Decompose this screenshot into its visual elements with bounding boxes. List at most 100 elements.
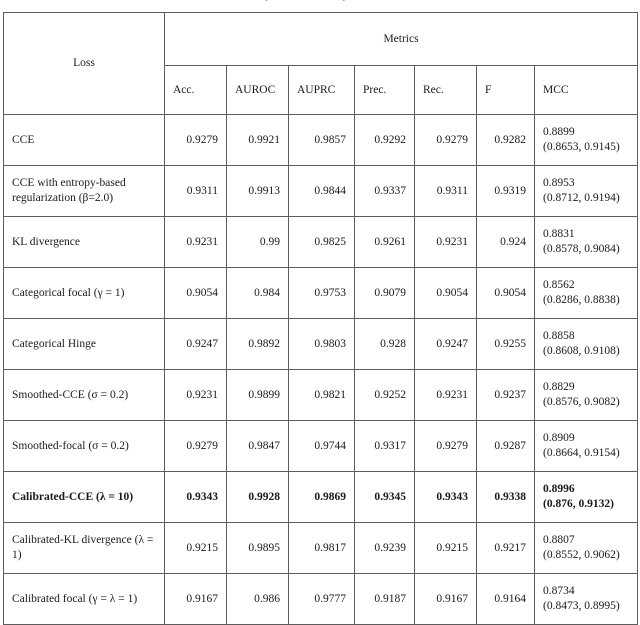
table-row: CCE with entropy-based regularization (β… <box>3 165 639 217</box>
table-row: Categorical Hinge 0.9247 0.9892 0.9803 0.928… <box>3 318 639 370</box>
cell-loss-name: Calibrated-CCE (λ = 10) <box>3 471 165 523</box>
cell-f: 0.9282 <box>476 114 535 166</box>
cell-loss-name: Calibrated-KL divergence (λ = 1) <box>3 522 165 574</box>
column-header-mcc: MCC <box>533 65 639 115</box>
cell-prec: 0.9337 <box>354 165 415 217</box>
loss-metrics-table: Loss Metrics Acc. AUROC AUPRC Prec. Rec.… <box>3 12 639 625</box>
cell-auprc: 0.9857 <box>288 114 355 166</box>
cell-rec: 0.9215 <box>414 522 477 574</box>
table-row: Calibrated-KL divergence (λ = 1) 0.9215 0.… <box>3 522 639 574</box>
cell-loss-name: Categorical focal (γ = 1) <box>3 267 165 319</box>
cell-auroc: 0.9892 <box>226 318 289 370</box>
cell-acc: 0.9231 <box>164 216 227 268</box>
cell-auprc: 0.9744 <box>288 420 355 472</box>
cell-acc: 0.9247 <box>164 318 227 370</box>
table-body: CCE 0.9279 0.9921 0.9857 0.9292 0.9279 0.9282 0… <box>3 114 639 625</box>
cell-mcc: 0.8909 (0.8664, 0.9154) <box>533 420 639 472</box>
column-header-prec: Prec. <box>354 65 415 115</box>
cell-auprc: 0.9817 <box>288 522 355 574</box>
cell-acc: 0.9343 <box>164 471 227 523</box>
cell-auprc: 0.9777 <box>288 573 355 625</box>
cell-auprc: 0.9821 <box>288 369 355 421</box>
cell-acc: 0.9215 <box>164 522 227 574</box>
cell-auprc: 0.9869 <box>288 471 355 523</box>
cell-loss-name: CCE <box>3 114 165 166</box>
cell-acc: 0.9311 <box>164 165 227 217</box>
cell-loss-name: Calibrated focal (γ = λ = 1) <box>3 573 165 625</box>
table-row: Calibrated focal (γ = λ = 1) 0.9167 0.986 0… <box>3 573 639 625</box>
table-row: Categorical focal (γ = 1) 0.9054 0.984 0.97… <box>3 267 639 319</box>
column-header-loss: Loss <box>3 12 165 115</box>
cell-f: 0.9319 <box>476 165 535 217</box>
cell-f: 0.9054 <box>476 267 535 319</box>
cell-mcc: 0.8953 (0.8712, 0.9194) <box>533 165 639 217</box>
cell-f: 0.9338 <box>476 471 535 523</box>
cell-prec: 0.928 <box>354 318 415 370</box>
results-table-container: Loss Metrics Acc. AUROC AUPRC Prec. Rec.… <box>3 12 639 625</box>
column-header-f: F <box>476 65 535 115</box>
cell-mcc: 0.8807 (0.8552, 0.9062) <box>533 522 639 574</box>
cell-auprc: 0.9825 <box>288 216 355 268</box>
table-row: KL divergence 0.9231 0.99 0.9825 0.9261 0.923… <box>3 216 639 268</box>
cell-prec: 0.9252 <box>354 369 415 421</box>
table-head: Loss Metrics Acc. AUROC AUPRC Prec. Rec.… <box>3 12 639 115</box>
cell-mcc: 0.8996 (0.876, 0.9132) <box>533 471 639 523</box>
cell-prec: 0.9239 <box>354 522 415 574</box>
cell-f: 0.9237 <box>476 369 535 421</box>
cell-prec: 0.9187 <box>354 573 415 625</box>
cell-prec: 0.9317 <box>354 420 415 472</box>
cell-f: 0.924 <box>476 216 535 268</box>
column-header-rec: Rec. <box>414 65 477 115</box>
cell-mcc: 0.8831 (0.8578, 0.9084) <box>533 216 639 268</box>
cell-auprc: 0.9803 <box>288 318 355 370</box>
cell-rec: 0.9054 <box>414 267 477 319</box>
header-row-group: Loss Metrics <box>3 12 639 115</box>
cell-f: 0.9217 <box>476 522 535 574</box>
table-row: Smoothed-CCE (σ = 0.2) 0.9231 0.9899 0.9821… <box>3 369 639 421</box>
cell-rec: 0.9167 <box>414 573 477 625</box>
cell-auroc: 0.9847 <box>226 420 289 472</box>
cell-mcc: 0.8899 (0.8653, 0.9145) <box>533 114 639 166</box>
cell-auroc: 0.99 <box>226 216 289 268</box>
column-group-header-metrics: Metrics <box>163 12 639 66</box>
cell-rec: 0.9231 <box>414 216 477 268</box>
cell-loss-name: KL divergence <box>3 216 165 268</box>
column-header-auprc: AUPRC <box>288 65 355 115</box>
cell-auroc: 0.9899 <box>226 369 289 421</box>
cell-loss-name: Smoothed-CCE (σ = 0.2) <box>3 369 165 421</box>
cell-auprc: 0.9844 <box>288 165 355 217</box>
cell-acc: 0.9279 <box>164 420 227 472</box>
cell-f: 0.9164 <box>476 573 535 625</box>
cell-prec: 0.9079 <box>354 267 415 319</box>
cell-auroc: 0.986 <box>226 573 289 625</box>
cell-auroc: 0.9928 <box>226 471 289 523</box>
cell-mcc: 0.8829 (0.8576, 0.9082) <box>533 369 639 421</box>
cell-mcc: 0.8858 (0.8608, 0.9108) <box>533 318 639 370</box>
cell-auprc: 0.9753 <box>288 267 355 319</box>
cell-rec: 0.9231 <box>414 369 477 421</box>
clipped-caption-fragment: performance comparison <box>0 0 640 1</box>
cell-auroc: 0.9913 <box>226 165 289 217</box>
cell-acc: 0.9167 <box>164 573 227 625</box>
cell-prec: 0.9261 <box>354 216 415 268</box>
cell-acc: 0.9231 <box>164 369 227 421</box>
cell-loss-name: Smoothed-focal (σ = 0.2) <box>3 420 165 472</box>
column-header-auroc: AUROC <box>226 65 289 115</box>
cell-mcc: 0.8562 (0.8286, 0.8838) <box>533 267 639 319</box>
cell-loss-name: Categorical Hinge <box>3 318 165 370</box>
cell-acc: 0.9279 <box>164 114 227 166</box>
cell-auroc: 0.984 <box>226 267 289 319</box>
cell-rec: 0.9279 <box>414 420 477 472</box>
column-header-acc: Acc. <box>164 65 227 115</box>
table-row: Calibrated-CCE (λ = 10) 0.9343 0.9928 0.986… <box>3 471 639 523</box>
cell-prec: 0.9345 <box>354 471 415 523</box>
cell-rec: 0.9247 <box>414 318 477 370</box>
cell-rec: 0.9311 <box>414 165 477 217</box>
cell-acc: 0.9054 <box>164 267 227 319</box>
table-row: CCE 0.9279 0.9921 0.9857 0.9292 0.9279 0.9282 0… <box>3 114 639 166</box>
cell-f: 0.9287 <box>476 420 535 472</box>
cell-loss-name: CCE with entropy-based regularization (β… <box>3 165 165 217</box>
cell-f: 0.9255 <box>476 318 535 370</box>
cell-prec: 0.9292 <box>354 114 415 166</box>
cell-auroc: 0.9921 <box>226 114 289 166</box>
